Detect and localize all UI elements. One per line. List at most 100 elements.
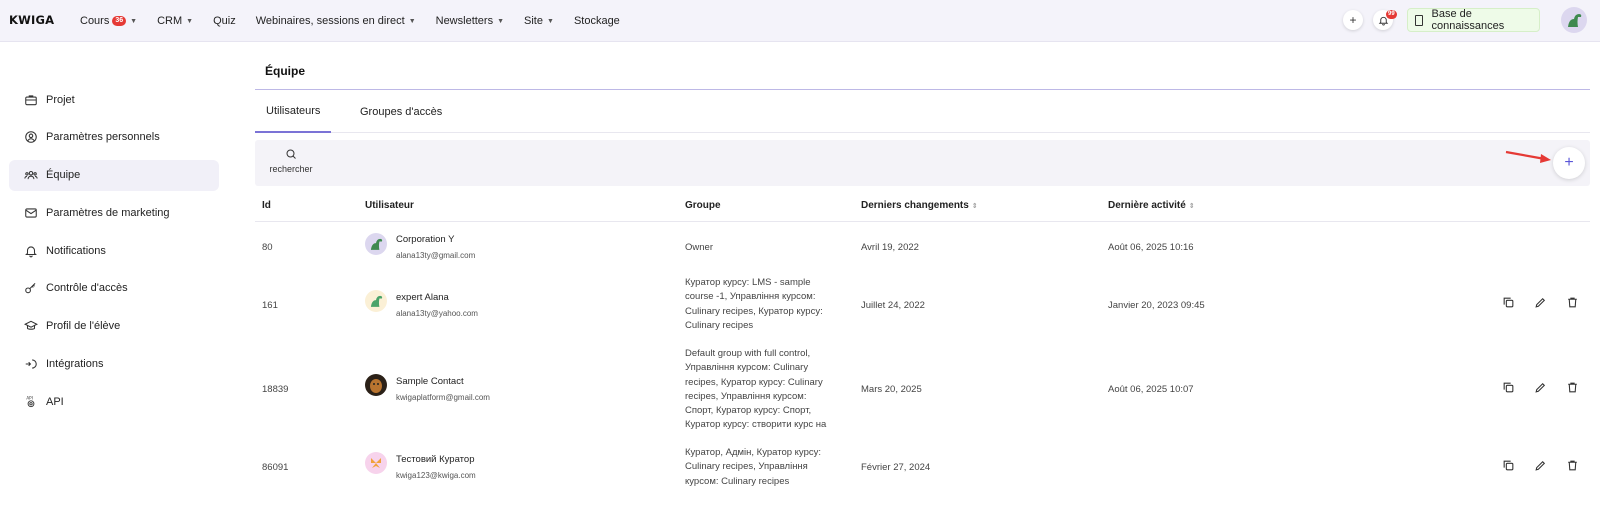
tab-users[interactable]: Utilisateurs bbox=[255, 90, 332, 133]
user-info[interactable]: expert Alana alana13ty@yahoo.com bbox=[396, 292, 478, 318]
sidebar-item-access-control[interactable]: Contrôle d'accès bbox=[9, 273, 219, 304]
nav-item-label: CRM bbox=[157, 15, 183, 27]
last-changes: Avril 19, 2022 bbox=[861, 242, 919, 253]
sidebar-item-label: Projet bbox=[46, 93, 75, 106]
nav-item-label: Webinaires, sessions en direct bbox=[255, 15, 405, 27]
column-header-activity[interactable]: Dernière activité ⇕ bbox=[1108, 200, 1195, 211]
user-circle-icon bbox=[25, 131, 37, 144]
user-name: Sample Contact bbox=[396, 376, 464, 387]
column-header-changes[interactable]: Derniers changements ⇕ bbox=[861, 200, 978, 211]
nav-item-stockage[interactable]: Stockage bbox=[574, 15, 620, 27]
app-logo[interactable]: KWIGA bbox=[9, 13, 54, 27]
page-title: Équipe bbox=[265, 64, 306, 78]
last-changes: Mars 20, 2025 bbox=[861, 384, 922, 395]
sidebar-item-label: Notifications bbox=[46, 244, 106, 257]
row-actions bbox=[1502, 381, 1598, 394]
table-row: 80 Corporation Y alana13ty@gmail.com Own… bbox=[255, 228, 1590, 273]
sidebar-item-integrations[interactable]: Intégrations bbox=[9, 349, 219, 380]
sidebar-item-label: API bbox=[46, 395, 64, 408]
chevron-down-icon: ▼ bbox=[497, 17, 505, 25]
nav-item-webinars[interactable]: Webinaires, sessions en direct ▼ bbox=[256, 15, 416, 27]
trash-icon[interactable] bbox=[1566, 459, 1579, 472]
chevron-down-icon: ▼ bbox=[547, 17, 554, 25]
sidebar-item-team[interactable]: Équipe bbox=[9, 159, 219, 191]
row-id: 80 bbox=[262, 242, 273, 253]
main-nav: Cours 36 ▼ CRM ▼ Quiz Webinaires, sessio… bbox=[80, 0, 640, 42]
sidebar-item-label: Profil de l'élève bbox=[46, 320, 121, 333]
sidebar-item-label: Paramètres de marketing bbox=[46, 206, 170, 219]
dinosaur-avatar-icon bbox=[1568, 14, 1582, 27]
sort-icon: ⇕ bbox=[971, 203, 978, 210]
sidebar-item-label: Contrôle d'accès bbox=[46, 282, 128, 295]
sidebar-item-projet[interactable]: Projet bbox=[9, 84, 219, 115]
table-row: 18839 Sample Contact kwigaplatform@gmail… bbox=[255, 346, 1590, 434]
row-id: 18839 bbox=[262, 384, 289, 395]
dinosaur-avatar-icon bbox=[370, 295, 383, 307]
bell-icon bbox=[25, 246, 37, 257]
table-row: 161 expert Alana alana13ty@yahoo.com Кур… bbox=[255, 276, 1590, 338]
chevron-down-icon: ▼ bbox=[130, 17, 138, 25]
integrations-icon bbox=[25, 359, 37, 369]
user-email: kwiga123@kwiga.com bbox=[396, 471, 476, 480]
quick-add-button[interactable]: + bbox=[1343, 10, 1363, 30]
user-group: Default group with full control, Управлі… bbox=[685, 348, 827, 431]
column-header-label: Derniers changements bbox=[861, 200, 969, 211]
row-id: 161 bbox=[262, 300, 278, 311]
chevron-down-icon: ▼ bbox=[408, 17, 416, 25]
dog-avatar-icon bbox=[370, 379, 382, 393]
table-header: Id Utilisateur Groupe Derniers changemen… bbox=[255, 196, 1590, 222]
avatar bbox=[365, 233, 387, 255]
nav-item-cours[interactable]: Cours 36 ▼ bbox=[80, 15, 137, 27]
add-user-button[interactable]: + bbox=[1553, 147, 1585, 179]
team-tabs: Utilisateurs Groupes d'accès bbox=[255, 90, 1590, 133]
search-button[interactable]: rechercher bbox=[267, 148, 315, 174]
edit-icon[interactable] bbox=[1534, 296, 1547, 309]
edit-icon[interactable] bbox=[1534, 459, 1547, 472]
trash-icon[interactable] bbox=[1566, 296, 1579, 309]
avatar bbox=[365, 452, 387, 474]
row-actions bbox=[1502, 459, 1598, 472]
user-info[interactable]: Sample Contact kwigaplatform@gmail.com bbox=[396, 376, 490, 402]
graduation-cap-icon bbox=[24, 321, 38, 331]
edit-icon[interactable] bbox=[1534, 381, 1547, 394]
user-group: Куратор, Адмін, Куратор курсу: Culinary … bbox=[685, 447, 821, 487]
last-activity: Août 06, 2025 10:16 bbox=[1108, 242, 1194, 253]
sidebar-item-label: Équipe bbox=[46, 169, 81, 182]
row-id: 86091 bbox=[262, 462, 289, 473]
sidebar-item-marketing-settings[interactable]: Paramètres de marketing bbox=[9, 197, 219, 228]
sort-icon: ⇕ bbox=[1188, 203, 1195, 210]
sidebar-item-api[interactable]: API API bbox=[9, 386, 219, 417]
user-info[interactable]: Тестовий Куратор kwiga123@kwiga.com bbox=[396, 454, 476, 480]
table-row: 86091 Тестовий Куратор kwiga123@kwiga.co… bbox=[255, 444, 1590, 505]
sidebar-item-personal-settings[interactable]: Paramètres personnels bbox=[9, 122, 219, 153]
sidebar-item-notifications[interactable]: Notifications bbox=[9, 235, 219, 266]
key-icon bbox=[25, 283, 36, 294]
notification-count-badge: 99 bbox=[1386, 10, 1397, 19]
butterfly-avatar-icon bbox=[371, 458, 381, 468]
search-label: rechercher bbox=[269, 164, 313, 174]
user-group: Куратор курсу: LMS - sample course -1, У… bbox=[685, 277, 823, 331]
knowledge-base-button[interactable]: Base de connaissances bbox=[1407, 8, 1540, 32]
copy-icon[interactable] bbox=[1502, 296, 1515, 309]
column-header-id: Id bbox=[262, 200, 271, 211]
user-avatar[interactable] bbox=[1561, 7, 1587, 33]
sidebar-item-label: Paramètres personnels bbox=[46, 131, 160, 144]
last-changes: Juillet 24, 2022 bbox=[861, 300, 925, 311]
nav-item-site[interactable]: Site ▼ bbox=[524, 15, 554, 27]
tab-access-groups[interactable]: Groupes d'accès bbox=[360, 90, 442, 133]
last-activity: Août 06, 2025 10:07 bbox=[1108, 384, 1194, 395]
briefcase-icon bbox=[25, 94, 37, 105]
nav-item-crm[interactable]: CRM ▼ bbox=[157, 15, 193, 27]
search-icon bbox=[286, 149, 296, 159]
copy-icon[interactable] bbox=[1502, 381, 1515, 394]
last-activity: Janvier 20, 2023 09:45 bbox=[1108, 300, 1205, 311]
team-icon bbox=[24, 171, 38, 180]
column-header-user: Utilisateur bbox=[365, 200, 414, 211]
nav-item-quiz[interactable]: Quiz bbox=[213, 15, 236, 27]
trash-icon[interactable] bbox=[1566, 381, 1579, 394]
nav-item-newsletters[interactable]: Newsletters ▼ bbox=[436, 15, 504, 27]
user-info[interactable]: Corporation Y alana13ty@gmail.com bbox=[396, 234, 475, 260]
copy-icon[interactable] bbox=[1502, 459, 1515, 472]
nav-item-label: Quiz bbox=[213, 15, 236, 27]
sidebar-item-student-profile[interactable]: Profil de l'élève bbox=[9, 311, 219, 342]
